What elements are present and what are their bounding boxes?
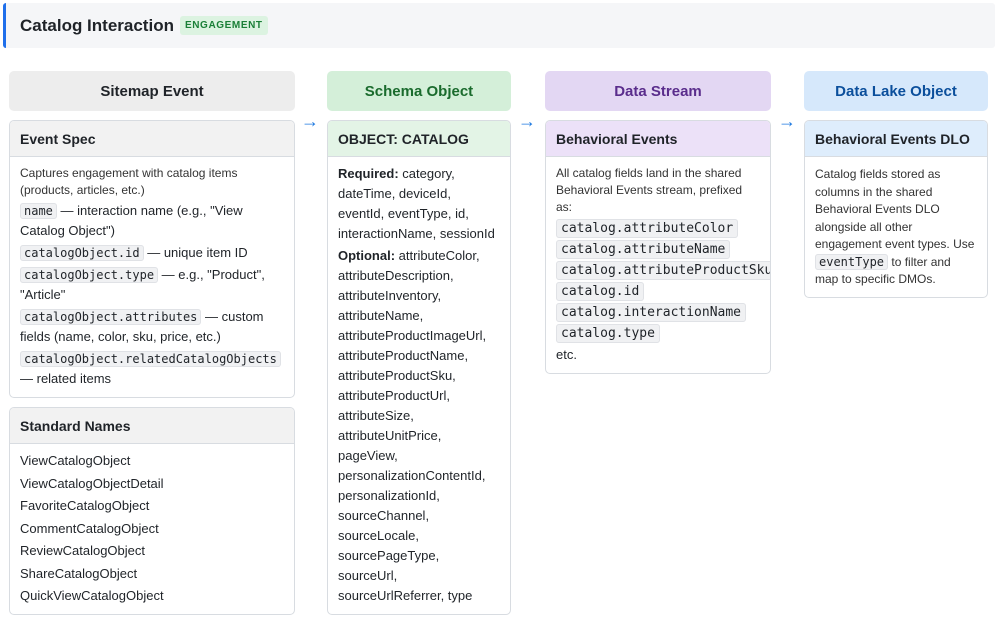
spec-item: catalogObject.attributes — custom fields… <box>20 307 284 347</box>
spec-item-code: catalogObject.attributes <box>20 309 202 325</box>
required-fields: Required: category, dateTime, deviceId, … <box>338 164 500 244</box>
catalog-object-card: OBJECT: CATALOG Required: category, date… <box>327 120 511 615</box>
stream-field-code: catalog.attributeProductSku <box>556 261 770 280</box>
standard-name: ReviewCatalogObject <box>20 543 146 558</box>
page-title: Catalog Interaction <box>20 15 174 35</box>
behavioral-events-dlo-card: Behavioral Events DLO Catalog fields sto… <box>804 120 988 298</box>
dlo-text-before: Catalog fields stored as columns in the … <box>815 167 975 251</box>
stream-field: catalog.attributeColor <box>556 219 760 238</box>
spec-item: catalogObject.relatedCatalogObjects — re… <box>20 349 284 389</box>
standard-name: FavoriteCatalogObject <box>20 498 150 513</box>
stream-field: catalog.attributeProductSku <box>556 261 770 280</box>
spec-item: catalogObject.id — unique item ID <box>20 243 284 263</box>
category-badge: ENGAGEMENT <box>179 16 268 35</box>
standard-name: CommentCatalogObject <box>20 520 159 536</box>
spec-item-text: — unique item ID <box>143 245 248 260</box>
schema-object-column: Schema Object OBJECT: CATALOG Required: … <box>327 71 511 615</box>
optional-list: attributeColor, attributeDescription, at… <box>338 248 487 603</box>
stream-field: catalog.id <box>556 282 760 301</box>
standard-names-card: Standard Names ViewCatalogObject ViewCat… <box>9 407 295 615</box>
page-header: Catalog Interaction ENGAGEMENT <box>3 3 995 48</box>
event-spec-card: Event Spec Captures engagement with cata… <box>9 120 295 398</box>
stream-etc: etc. <box>556 347 577 362</box>
spec-item-code: catalogObject.type <box>20 267 159 283</box>
standard-name: QuickViewCatalogObject <box>20 588 164 603</box>
stream-field-code: catalog.attributeColor <box>556 219 739 238</box>
data-stream-column: Data Stream Behavioral Events All catalo… <box>545 71 771 374</box>
behavioral-events-card: Behavioral Events All catalog fields lan… <box>545 120 771 374</box>
arrow-right-icon: → <box>518 111 536 131</box>
stream-field: catalog.interactionName <box>556 303 760 322</box>
event-spec-intro: Captures engagement with catalog items (… <box>20 166 238 197</box>
stream-field-code: catalog.interactionName <box>556 303 747 322</box>
arrow-right-icon: → <box>301 111 319 131</box>
standard-names-title: Standard Names <box>10 408 294 444</box>
catalog-object-title: OBJECT: CATALOG <box>328 121 510 157</box>
standard-name: ViewCatalogObjectDetail <box>20 475 164 491</box>
stream-field-code: catalog.attributeName <box>556 240 731 259</box>
required-label: Required: <box>338 166 399 181</box>
event-spec-title: Event Spec <box>10 121 294 157</box>
behavioral-events-title: Behavioral Events <box>546 121 770 157</box>
sitemap-event-column: Sitemap Event Event Spec Captures engage… <box>9 71 295 615</box>
stream-intro: All catalog fields land in the shared Be… <box>556 166 743 214</box>
spec-item: catalogObject.type — e.g., "Product", "A… <box>20 265 284 305</box>
dlo-description: Catalog fields stored as columns in the … <box>805 157 987 297</box>
stream-field: catalog.attributeName <box>556 240 760 259</box>
spec-item-code: catalogObject.id <box>20 245 144 261</box>
sitemap-event-heading: Sitemap Event <box>9 71 295 111</box>
optional-label: Optional: <box>338 248 396 263</box>
data-lake-object-heading: Data Lake Object <box>804 71 988 111</box>
spec-item: name — interaction name (e.g., "View Cat… <box>20 201 284 241</box>
behavioral-events-dlo-title: Behavioral Events DLO <box>805 121 987 157</box>
optional-fields: Optional: attributeColor, attributeDescr… <box>338 246 500 606</box>
dlo-code: eventType <box>815 253 889 270</box>
stream-field-code: catalog.id <box>556 282 645 301</box>
spec-item-text: — related items <box>20 371 112 386</box>
arrow-right-icon: → <box>778 111 796 131</box>
data-stream-heading: Data Stream <box>545 71 771 111</box>
stream-field-code: catalog.type <box>556 324 660 343</box>
spec-item-code: name <box>20 203 57 219</box>
spec-item-code: catalogObject.relatedCatalogObjects <box>20 351 281 367</box>
standard-name: ShareCatalogObject <box>20 565 138 581</box>
data-lake-object-column: Data Lake Object Behavioral Events DLO C… <box>804 71 988 298</box>
stream-field: catalog.type <box>556 324 760 343</box>
schema-object-heading: Schema Object <box>327 71 511 111</box>
standard-name: ViewCatalogObject <box>20 453 131 468</box>
